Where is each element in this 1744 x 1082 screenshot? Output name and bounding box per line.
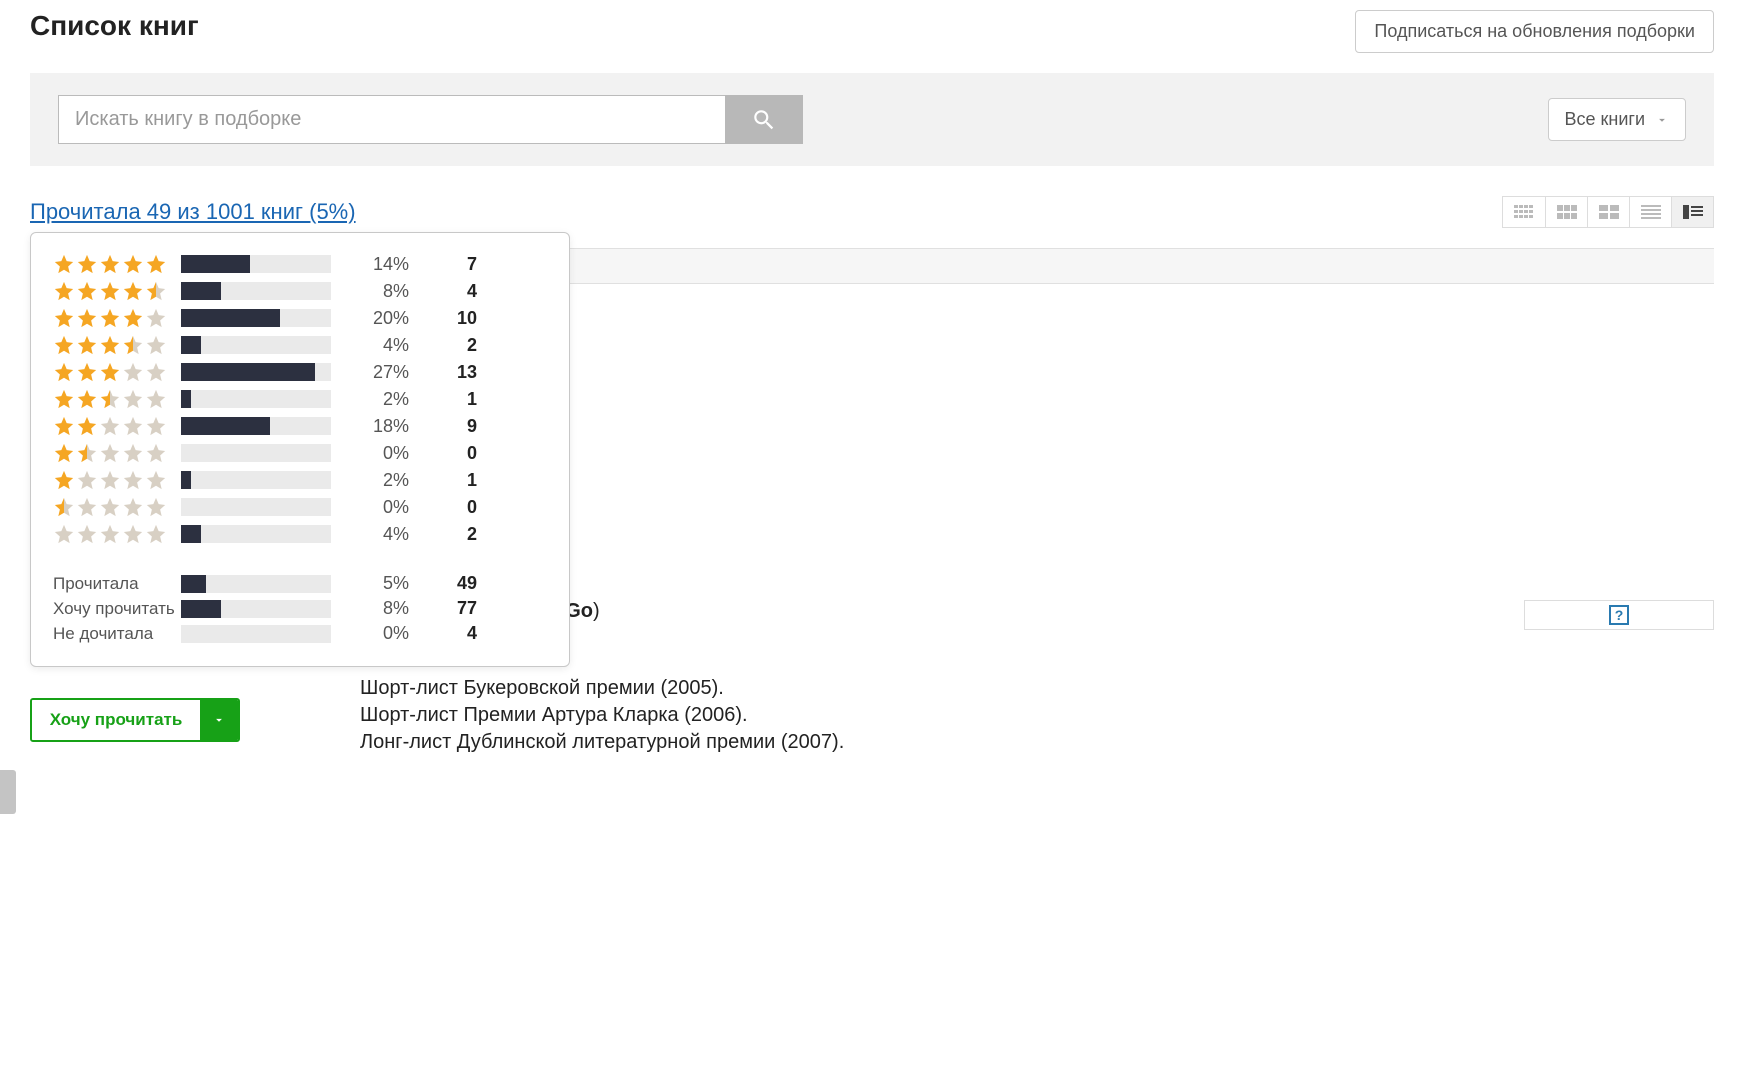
rating-bar bbox=[181, 390, 331, 408]
triangle-down-icon bbox=[212, 713, 226, 727]
view-list[interactable] bbox=[1629, 197, 1671, 227]
rating-bar bbox=[181, 309, 331, 327]
stars-icon bbox=[53, 415, 181, 437]
rating-bar bbox=[181, 444, 331, 462]
stars-icon bbox=[53, 253, 181, 275]
rating-percent: 2% bbox=[349, 389, 409, 410]
rating-count: 7 bbox=[427, 254, 477, 275]
search-button[interactable] bbox=[725, 95, 803, 144]
status-count: 77 bbox=[427, 598, 477, 619]
rating-percent: 0% bbox=[349, 497, 409, 518]
rating-count: 10 bbox=[427, 308, 477, 329]
subscribe-button[interactable]: Подписаться на обновления подборки bbox=[1355, 10, 1714, 53]
search-input[interactable] bbox=[58, 95, 725, 144]
status-percent: 5% bbox=[349, 573, 409, 594]
rating-count: 4 bbox=[427, 281, 477, 302]
view-switcher bbox=[1502, 196, 1714, 228]
rating-percent: 18% bbox=[349, 416, 409, 437]
status-label: Прочитала bbox=[53, 574, 181, 594]
view-grid-small[interactable] bbox=[1503, 197, 1545, 227]
want-read-dropdown[interactable] bbox=[200, 700, 238, 740]
rating-bar bbox=[181, 417, 331, 435]
view-grid-medium[interactable] bbox=[1545, 197, 1587, 227]
rating-bar bbox=[181, 282, 331, 300]
rating-percent: 2% bbox=[349, 470, 409, 491]
rating-percent: 4% bbox=[349, 335, 409, 356]
stars-icon bbox=[53, 496, 181, 518]
search-bar: Все книги bbox=[30, 73, 1714, 166]
status-count: 4 bbox=[427, 623, 477, 644]
status-count: 49 bbox=[427, 573, 477, 594]
stars-icon bbox=[53, 361, 181, 383]
rating-row[interactable]: 18% 9 bbox=[53, 415, 547, 437]
status-row[interactable]: Хочу прочитать 8% 77 bbox=[53, 598, 547, 619]
rating-row[interactable]: 27% 13 bbox=[53, 361, 547, 383]
rating-bar bbox=[181, 255, 331, 273]
rating-bar bbox=[181, 363, 331, 381]
rating-row[interactable]: 0% 0 bbox=[53, 442, 547, 464]
rating-count: 1 bbox=[427, 470, 477, 491]
desc-line-3: Лонг-лист Дублинской литературной премии… bbox=[360, 731, 1714, 754]
image-placeholder: ? bbox=[1524, 600, 1714, 630]
rating-bar bbox=[181, 471, 331, 489]
rating-row[interactable]: 4% 2 bbox=[53, 334, 547, 356]
desc-line-2: Шорт-лист Премии Артура Кларка (2006). bbox=[360, 704, 1714, 727]
search-icon bbox=[751, 107, 777, 133]
rating-percent: 0% bbox=[349, 443, 409, 464]
stars-icon bbox=[53, 280, 181, 302]
status-row[interactable]: Не дочитала 0% 4 bbox=[53, 623, 547, 644]
status-percent: 0% bbox=[349, 623, 409, 644]
filter-label: Все книги bbox=[1565, 109, 1646, 130]
rating-popup: 14%78%420%104%227%132%118%90%02%10%04%2 … bbox=[30, 232, 570, 667]
rating-count: 13 bbox=[427, 362, 477, 383]
status-row[interactable]: Прочитала 5% 49 bbox=[53, 573, 547, 594]
status-label: Не дочитала bbox=[53, 624, 181, 644]
rating-row[interactable]: 14% 7 bbox=[53, 253, 547, 275]
rating-count: 2 bbox=[427, 524, 477, 545]
view-grid-large[interactable] bbox=[1587, 197, 1629, 227]
rating-percent: 4% bbox=[349, 524, 409, 545]
rating-row[interactable]: 20% 10 bbox=[53, 307, 547, 329]
rating-row[interactable]: 4% 2 bbox=[53, 523, 547, 545]
rating-count: 2 bbox=[427, 335, 477, 356]
stars-icon bbox=[53, 523, 181, 545]
status-bar bbox=[181, 575, 331, 593]
stars-icon bbox=[53, 388, 181, 410]
want-read-button[interactable]: Хочу прочитать bbox=[30, 698, 240, 742]
rating-percent: 14% bbox=[349, 254, 409, 275]
stars-icon bbox=[53, 469, 181, 491]
rating-count: 1 bbox=[427, 389, 477, 410]
status-bar bbox=[181, 600, 331, 618]
rating-percent: 8% bbox=[349, 281, 409, 302]
rating-count: 0 bbox=[427, 443, 477, 464]
side-tab[interactable] bbox=[0, 770, 16, 814]
stars-icon bbox=[53, 442, 181, 464]
rating-percent: 20% bbox=[349, 308, 409, 329]
status-label: Хочу прочитать bbox=[53, 599, 181, 619]
desc-line-1: Шорт-лист Букеровской премии (2005). bbox=[360, 677, 1714, 700]
view-detail[interactable] bbox=[1671, 197, 1713, 227]
rating-row[interactable]: 0% 0 bbox=[53, 496, 547, 518]
status-bar bbox=[181, 625, 331, 643]
page-title: Список книг bbox=[30, 10, 199, 42]
filter-dropdown[interactable]: Все книги bbox=[1548, 98, 1687, 141]
status-percent: 8% bbox=[349, 598, 409, 619]
want-read-label: Хочу прочитать bbox=[32, 700, 200, 740]
rating-bar bbox=[181, 525, 331, 543]
rating-bar bbox=[181, 336, 331, 354]
chevron-down-icon bbox=[1655, 113, 1669, 127]
progress-link[interactable]: Прочитала 49 из 1001 книг (5%) bbox=[30, 199, 356, 225]
rating-count: 9 bbox=[427, 416, 477, 437]
stars-icon bbox=[53, 334, 181, 356]
rating-count: 0 bbox=[427, 497, 477, 518]
stars-icon bbox=[53, 307, 181, 329]
rating-row[interactable]: 8% 4 bbox=[53, 280, 547, 302]
rating-bar bbox=[181, 498, 331, 516]
rating-percent: 27% bbox=[349, 362, 409, 383]
rating-row[interactable]: 2% 1 bbox=[53, 469, 547, 491]
rating-row[interactable]: 2% 1 bbox=[53, 388, 547, 410]
